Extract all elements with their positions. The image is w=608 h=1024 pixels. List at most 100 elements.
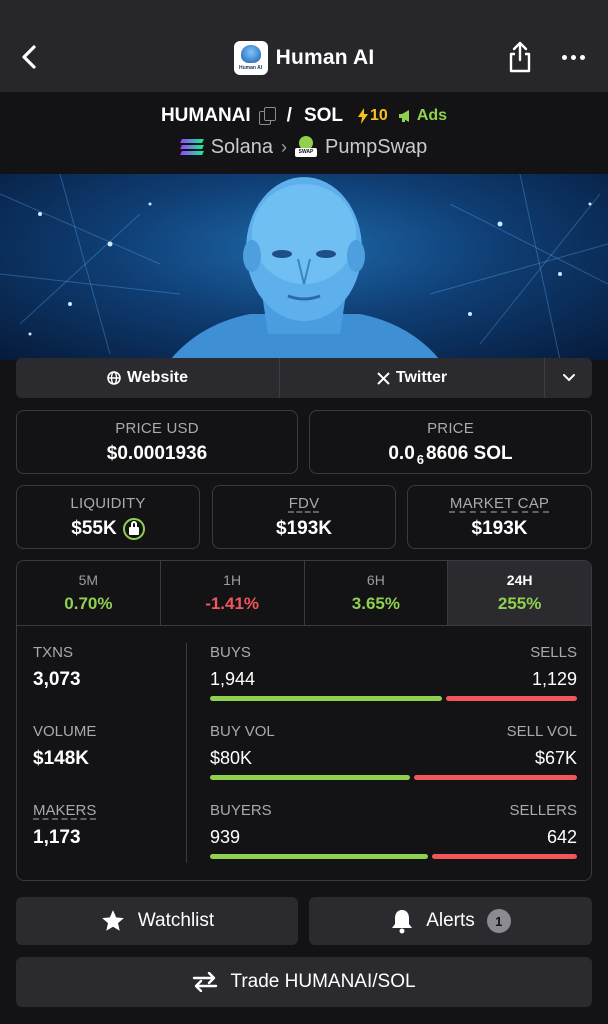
tab-label: 5M: [78, 572, 99, 588]
alerts-label: Alerts: [426, 910, 475, 931]
buy-vol-label: BUY VOL: [210, 723, 275, 740]
tab-24h[interactable]: 24H 255%: [448, 561, 591, 625]
buyers-bar-fill: [210, 854, 428, 859]
buy-vol-bar-fill: [210, 775, 410, 780]
sells-label: SELLS: [530, 644, 577, 661]
dex-badge-text: SWAP: [295, 148, 317, 157]
buys-label: BUYS: [210, 644, 251, 661]
volume-split-stat: BUY VOL SELL VOL $80K $67K: [210, 723, 577, 780]
buys-sells-bar: [210, 696, 577, 701]
trade-button[interactable]: Trade HUMANAI/SOL: [16, 957, 592, 1007]
quote-symbol: SOL: [303, 105, 344, 126]
token-logo: Human AI: [233, 41, 268, 75]
tab-change: -1.41%: [205, 594, 260, 613]
trade-label: Trade HUMANAI/SOL: [230, 971, 416, 992]
fdv-label[interactable]: FDV: [289, 495, 320, 512]
tab-1h[interactable]: 1H -1.41%: [161, 561, 305, 625]
txns-label: TXNS: [33, 644, 74, 661]
social-links-bar: Website Twitter: [16, 358, 592, 398]
market-cap-value: $193K: [471, 517, 528, 539]
sells-bar-fill: [446, 696, 577, 701]
liquidity-label: LIQUIDITY: [70, 494, 146, 512]
tab-6h[interactable]: 6H 3.65%: [305, 561, 449, 625]
more-links-button[interactable]: [545, 358, 592, 398]
dex-name[interactable]: PumpSwap: [325, 136, 427, 159]
txns-value: 3,073: [33, 669, 81, 690]
market-cap-box: MARKET CAP $193K: [407, 485, 592, 549]
sell-vol-bar-fill: [413, 775, 577, 780]
makers-label[interactable]: MAKERS: [33, 802, 96, 819]
price-usd-box: PRICE USD $0.0001936: [16, 410, 298, 474]
pumpswap-icon: SWAP: [295, 136, 317, 158]
ads-badge[interactable]: Ads: [398, 107, 447, 125]
trade-stats: TXNS 3,073 VOLUME $148K MAKERS 1,173 BUY…: [17, 627, 591, 880]
volume-stat: VOLUME $148K: [33, 723, 96, 770]
boost-badge[interactable]: 10: [357, 107, 388, 125]
tab-change: 3.65%: [351, 594, 400, 613]
share-icon: [509, 41, 531, 73]
sells-value: 1,129: [531, 669, 577, 689]
liquidity-value: $55K: [71, 517, 117, 539]
buyers-sellers-stat: BUYERS SELLERS 939 642: [210, 802, 577, 859]
megaphone-icon: [398, 110, 409, 122]
tab-label: 24H: [506, 572, 533, 588]
sellers-label: SELLERS: [509, 802, 577, 819]
share-button[interactable]: [506, 40, 534, 74]
makers-value: 1,173: [33, 827, 81, 848]
token-name: Human AI: [275, 46, 375, 69]
star-icon: [101, 910, 124, 931]
alerts-button[interactable]: Alerts 1: [309, 897, 592, 945]
watchlist-button[interactable]: Watchlist: [16, 897, 298, 945]
tab-change: 255%: [497, 594, 542, 613]
chevron-right-icon: ›: [281, 136, 287, 157]
token-logo-caption: Human AI: [239, 65, 263, 71]
dot-icon: [561, 54, 567, 60]
lock-icon[interactable]: [122, 517, 145, 540]
website-button[interactable]: Website: [16, 358, 280, 398]
pair-row: HUMANAI / SOL 10 Ads: [0, 104, 608, 128]
volume-split-bar: [210, 775, 577, 780]
chevron-down-icon: [562, 374, 575, 382]
top-nav-bar: Human AI Human AI: [0, 0, 608, 92]
tab-5m[interactable]: 5M 0.70%: [17, 561, 161, 625]
buyers-value: 939: [210, 827, 241, 847]
stats-divider: [186, 643, 187, 863]
price-native-subscript: 6: [416, 452, 425, 467]
more-options-button[interactable]: [558, 46, 588, 68]
pair-separator: /: [286, 105, 292, 126]
buys-sells-stat: BUYS SELLS 1,944 1,129: [210, 644, 577, 701]
timeframe-tabs: 5M 0.70% 1H -1.41% 6H 3.65% 24H 255%: [17, 561, 591, 626]
market-cap-label[interactable]: MARKET CAP: [450, 495, 549, 512]
tab-change: 0.70%: [64, 594, 113, 613]
buyers-label: BUYERS: [210, 802, 272, 819]
buy-vol-value: $80K: [210, 748, 253, 768]
liquidity-box: LIQUIDITY $55K: [16, 485, 200, 549]
twitter-label: Twitter: [395, 369, 448, 386]
fdv-value: $193K: [276, 517, 332, 539]
price-native-box: PRICE 0.0 6 8606 SOL: [309, 410, 592, 474]
globe-icon: [107, 371, 121, 385]
sellers-bar-fill: [431, 854, 577, 859]
chain-name[interactable]: Solana: [211, 136, 273, 159]
buyers-sellers-bar: [210, 854, 577, 859]
sellers-value: 642: [546, 827, 577, 847]
copy-icon[interactable]: [258, 107, 276, 125]
pair-header: HUMANAI / SOL 10 Ads Solana › SWAP PumpS…: [0, 92, 608, 174]
twitter-button[interactable]: Twitter: [280, 358, 545, 398]
sell-vol-value: $67K: [534, 748, 577, 768]
alerts-count-badge: 1: [486, 909, 511, 933]
makers-stat: MAKERS 1,173: [33, 802, 96, 849]
price-usd-label: PRICE USD: [115, 419, 199, 437]
chain-row: Solana › SWAP PumpSwap: [0, 134, 608, 160]
base-symbol: HUMANAI: [160, 105, 251, 126]
volume-value: $148K: [33, 748, 89, 769]
website-label: Website: [126, 369, 189, 386]
sell-vol-label: SELL VOL: [506, 723, 577, 740]
tab-label: 6H: [366, 572, 385, 588]
price-native-prefix: 0.0: [388, 442, 415, 464]
dot-icon: [570, 54, 576, 60]
price-native-value: 0.0 6 8606 SOL: [388, 442, 512, 468]
txns-stat: TXNS 3,073: [33, 644, 81, 691]
x-logo-icon: [377, 371, 390, 385]
lightning-icon: [358, 108, 369, 124]
